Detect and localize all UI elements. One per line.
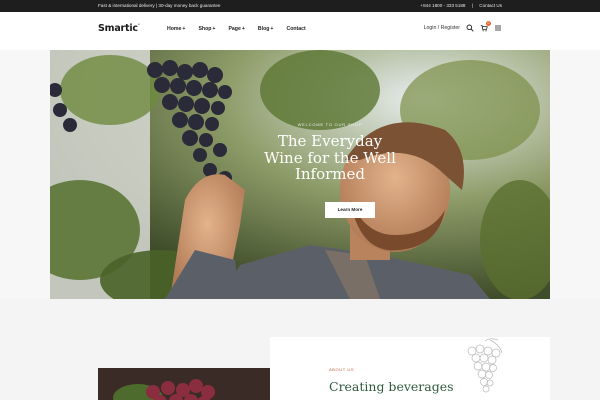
phone-link[interactable]: +844 1800 - 333 5188 (420, 3, 465, 8)
topbar-right: +844 1800 - 333 5188 | Contact Us (415, 3, 502, 8)
grapes-photo (98, 368, 296, 400)
main-nav: Home+ Shop+ Page+ Blog+ Contact (167, 26, 306, 32)
contact-us-link[interactable]: Contact Us (479, 3, 502, 8)
nav-item-shop[interactable]: Shop+ (198, 26, 215, 32)
grape-outline-icon (467, 338, 503, 393)
about-section: About us Creating beverages (0, 299, 600, 400)
logo-mark: ° (137, 23, 140, 28)
hero-content: Welcome to our shop The Everyday Wine fo… (260, 122, 400, 183)
about-card: About us Creating beverages (270, 337, 550, 400)
logo[interactable]: Smartic° (98, 23, 140, 34)
hero-eyebrow: Welcome to our shop (297, 122, 363, 127)
cart-icon[interactable]: 0 (480, 21, 491, 32)
nav-item-contact[interactable]: Contact (286, 26, 305, 32)
nav-item-blog[interactable]: Blog+ (258, 26, 274, 32)
header-actions: Login / Register 0 (424, 21, 502, 32)
hero-banner: Welcome to our shop The Everyday Wine fo… (50, 50, 550, 299)
hero-title: The Everyday Wine for the Well Informed (264, 132, 396, 183)
nav-item-home[interactable]: Home+ (167, 26, 185, 32)
nav-item-page[interactable]: Page+ (228, 26, 244, 32)
menu-icon[interactable] (494, 24, 502, 32)
site-header: Smartic° Home+ Shop+ Page+ Blog+ Contact… (0, 12, 600, 50)
login-register-link[interactable]: Login / Register (424, 25, 460, 31)
top-bar: Fast & international delivery | 30-day m… (0, 0, 600, 12)
about-eyebrow: About us (329, 367, 355, 372)
search-icon[interactable] (466, 24, 474, 32)
learn-more-button[interactable]: Learn More (325, 202, 375, 218)
contact-link: | (471, 3, 473, 8)
promo-text: Fast & international delivery | 30-day m… (98, 3, 221, 8)
cart-count-badge: 0 (486, 21, 491, 26)
